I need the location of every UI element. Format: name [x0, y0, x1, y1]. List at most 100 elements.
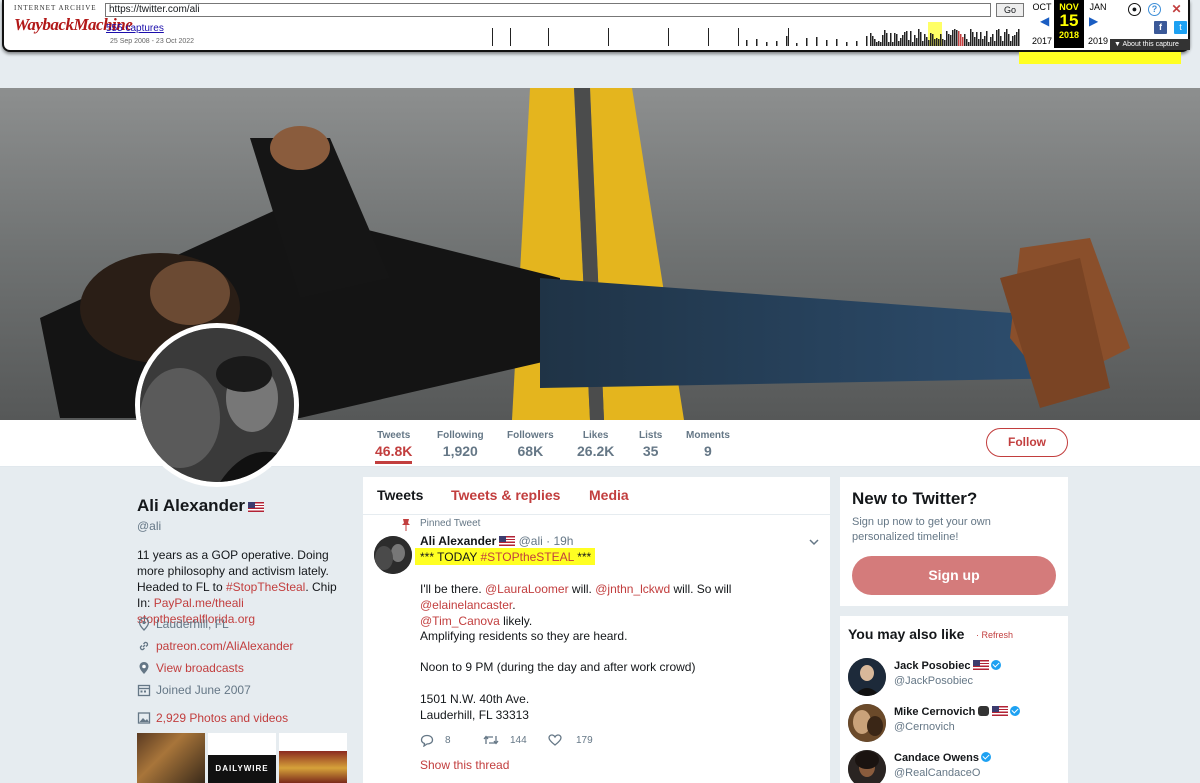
- help-icon[interactable]: ?: [1148, 3, 1161, 16]
- capture-bar: [786, 36, 788, 46]
- tab-tweets[interactable]: Tweets: [377, 487, 423, 503]
- wayback-prev-arrow-icon[interactable]: ◀: [1040, 14, 1049, 28]
- profile-avatar[interactable]: [135, 323, 299, 487]
- suggestion-name[interactable]: Jack Posobiec: [894, 660, 970, 672]
- tweet-text: will. So will: [670, 582, 732, 596]
- profile-photos-header[interactable]: 2,929 Photos and videos: [137, 711, 288, 725]
- capture-tick: [738, 28, 739, 46]
- broadcasts-link[interactable]: View broadcasts: [156, 661, 244, 675]
- suggestion-handle: @Cernovich: [894, 721, 955, 733]
- photos-videos-link[interactable]: 2,929 Photos and videos: [156, 711, 288, 725]
- capture-bar: [904, 32, 906, 46]
- location-pin-icon: [138, 617, 150, 631]
- tab-media[interactable]: Media: [589, 487, 629, 503]
- wayback-prev-year[interactable]: 2017: [1028, 36, 1056, 46]
- mention-link[interactable]: @LauraLoomer: [485, 582, 569, 596]
- twitter-share-icon[interactable]: t: [1174, 21, 1187, 34]
- user-icon[interactable]: ●: [1128, 3, 1141, 16]
- capture-bar: [990, 37, 992, 46]
- capture-bar: [970, 29, 972, 46]
- capture-bar: [1006, 29, 1008, 46]
- capture-bar: [886, 33, 888, 46]
- wayback-logo[interactable]: INTERNET ARCHIVE WaybackMachine: [14, 4, 133, 46]
- stat-followers[interactable]: Followers 68K: [507, 430, 554, 459]
- tweet-author-handle[interactable]: @ali: [519, 534, 543, 548]
- suggestion-name-row: Candace Owens: [894, 752, 991, 764]
- mention-link[interactable]: @Tim_Canova: [420, 614, 500, 628]
- suggestion-item[interactable]: Jack Posobiec @JackPosobiec: [848, 658, 1063, 698]
- wayback-about-label: About this capture: [1122, 41, 1179, 48]
- wayback-url-input[interactable]: https://twitter.com/ali: [105, 3, 991, 17]
- wayback-next-month[interactable]: JAN: [1084, 2, 1112, 12]
- photo-thumbnails: DAILYWIRE: [137, 733, 347, 783]
- wayback-next-arrow-icon[interactable]: ▶: [1089, 14, 1098, 28]
- pin-icon: [402, 519, 410, 531]
- suggestion-name[interactable]: Mike Cernovich: [894, 706, 975, 718]
- capture-bar: [950, 35, 952, 46]
- photo-thumbnail[interactable]: [137, 733, 205, 783]
- capture-bar: [930, 33, 932, 46]
- stat-label: Likes: [582, 430, 609, 441]
- capture-bar: [902, 35, 904, 46]
- capture-bar: [892, 42, 894, 46]
- retweet-action[interactable]: 144: [483, 734, 527, 746]
- photo-thumbnail[interactable]: [279, 733, 347, 783]
- photo-thumbnail[interactable]: DAILYWIRE: [208, 733, 276, 783]
- capture-bar: [866, 36, 868, 46]
- wayback-go-button[interactable]: Go: [996, 3, 1024, 17]
- wayback-captures-link[interactable]: 555 captures: [106, 23, 164, 34]
- website-link[interactable]: patreon.com/AliAlexander: [156, 639, 293, 653]
- suggestion-name[interactable]: Candace Owens: [894, 752, 979, 764]
- capture-bar: [942, 39, 944, 46]
- suggestion-item[interactable]: Mike Cernovich @Cernovich: [848, 704, 1063, 744]
- suggestion-item[interactable]: Candace Owens @RealCandaceO: [848, 750, 1063, 783]
- tweet-hashtag-link[interactable]: #STOPtheSTEAL: [480, 550, 573, 564]
- stat-following[interactable]: Following 1,920: [437, 430, 484, 459]
- tab-tweets-replies[interactable]: Tweets & replies: [451, 487, 560, 503]
- capture-bar: [944, 40, 946, 46]
- wayback-about-capture[interactable]: ▼ About this capture: [1110, 39, 1190, 50]
- capture-bar: [984, 36, 986, 46]
- wayback-prev-month[interactable]: OCT: [1028, 2, 1056, 12]
- capture-bar: [932, 34, 934, 46]
- capture-bar: [874, 39, 876, 46]
- stat-moments[interactable]: Moments 9: [686, 430, 730, 459]
- wayback-next-year[interactable]: 2019: [1084, 36, 1112, 46]
- suggestion-avatar[interactable]: [848, 750, 886, 783]
- tweet-author-name[interactable]: Ali Alexander: [420, 534, 496, 548]
- suggestion-avatar-image: [848, 750, 886, 783]
- stat-likes[interactable]: Likes 26.2K: [577, 430, 614, 459]
- like-action[interactable]: 179: [548, 734, 593, 746]
- suggestion-avatar[interactable]: [848, 704, 886, 742]
- wayback-capture-sparkline[interactable]: [488, 22, 1023, 46]
- mention-link[interactable]: @elainelancaster: [420, 598, 512, 612]
- tweet-line1-b: ***: [573, 550, 592, 564]
- stat-value: 46.8K: [375, 443, 413, 459]
- close-icon[interactable]: ✕: [1170, 3, 1183, 16]
- signup-button[interactable]: Sign up: [852, 556, 1056, 595]
- new-to-twitter-card: New to Twitter? Sign up now to get your …: [840, 477, 1068, 606]
- facebook-icon[interactable]: f: [1154, 21, 1167, 34]
- stat-lists[interactable]: Lists 35: [639, 430, 662, 459]
- chevron-down-icon[interactable]: [809, 538, 819, 546]
- stat-value: 1,920: [442, 443, 478, 459]
- capture-bar: [988, 42, 990, 46]
- tweet-author-avatar[interactable]: [374, 536, 412, 574]
- us-flag-icon: [499, 536, 516, 546]
- follow-button[interactable]: Follow: [986, 428, 1068, 457]
- capture-bar: [756, 39, 758, 46]
- tweet-time[interactable]: · 19h: [546, 534, 573, 548]
- refresh-link[interactable]: · Refresh: [976, 630, 1013, 640]
- capture-bar: [806, 38, 808, 46]
- suggestion-avatar[interactable]: [848, 658, 886, 696]
- capture-bar: [948, 34, 950, 46]
- reply-count: 8: [445, 735, 451, 746]
- capture-bar: [876, 42, 878, 46]
- stat-tweets[interactable]: Tweets 46.8K: [375, 430, 413, 464]
- capture-bar: [880, 42, 882, 46]
- bio-hashtag-link[interactable]: #StopTheSteal: [226, 580, 305, 594]
- mention-link[interactable]: @jnthn_lckwd: [595, 582, 670, 596]
- stat-value: 9: [704, 443, 712, 459]
- show-thread-link[interactable]: Show this thread: [420, 758, 509, 772]
- reply-action[interactable]: 8: [420, 734, 451, 747]
